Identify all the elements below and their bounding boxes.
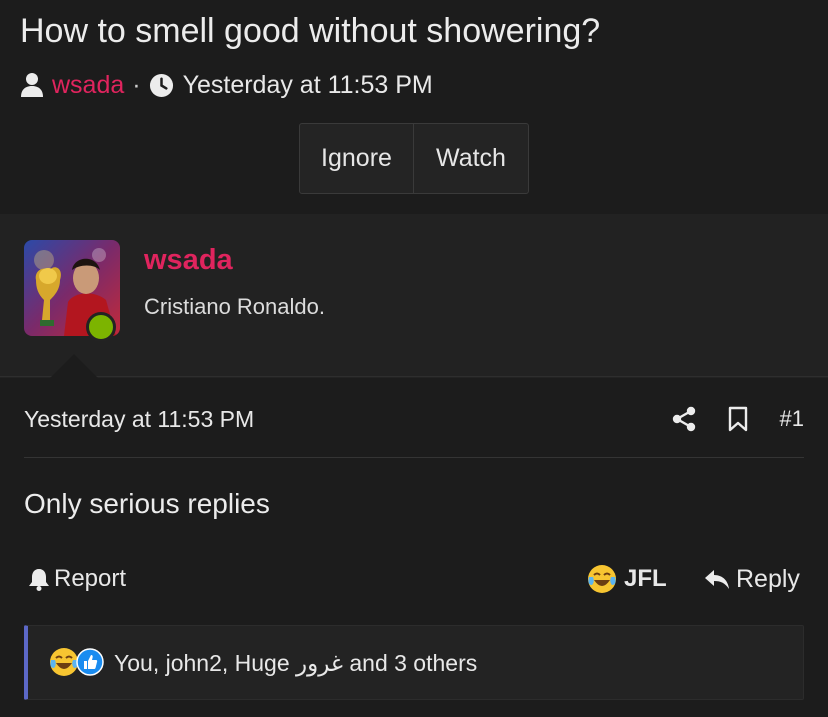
thread-meta: wsada · Yesterday at 11:53 PM: [20, 70, 433, 100]
ignore-button[interactable]: Ignore: [300, 124, 414, 193]
laugh-cry-emoji-icon: [588, 565, 616, 593]
post: wsada Cristiano Ronaldo. Yesterday at 11…: [0, 214, 828, 717]
post-date[interactable]: Yesterday at 11:53 PM: [24, 406, 254, 433]
reactions-bar[interactable]: You, john2, Huge غرور and 3 others: [24, 625, 804, 700]
post-user-panel: wsada Cristiano Ronaldo.: [0, 214, 828, 378]
share-icon[interactable]: [672, 406, 696, 432]
reply-label: Reply: [736, 564, 800, 593]
watch-button[interactable]: Watch: [414, 124, 528, 193]
react-button[interactable]: JFL: [586, 561, 667, 597]
user-icon: [21, 73, 43, 97]
reply-button[interactable]: Reply: [704, 561, 800, 597]
thumbs-up-icon: [76, 648, 104, 676]
thread-button-group: Ignore Watch: [299, 123, 529, 194]
reactions-list[interactable]: You, john2, Huge غرور and 3 others: [114, 650, 477, 677]
post-body: Yesterday at 11:53 PM #1 Only serious re…: [0, 378, 828, 717]
report-label: Report: [54, 565, 127, 592]
online-indicator: [86, 312, 116, 342]
bookmark-icon[interactable]: [726, 406, 750, 432]
react-label: JFL: [624, 565, 667, 592]
divider: [24, 457, 804, 458]
post-footer: Report JFL Reply: [24, 561, 804, 597]
post-actions: #1: [642, 404, 804, 434]
bell-icon: [29, 569, 49, 591]
post-number-link[interactable]: #1: [780, 406, 804, 432]
thread-title: How to smell good without showering?: [20, 12, 601, 50]
report-button[interactable]: Report: [28, 561, 126, 597]
meta-separator: ·: [132, 70, 141, 99]
reply-icon: [705, 570, 729, 589]
user-title: Cristiano Ronaldo.: [144, 294, 325, 319]
user-arrow: [50, 354, 98, 378]
post-message: Only serious replies: [24, 488, 270, 519]
thread-author-link[interactable]: wsada: [52, 71, 124, 100]
thread-header: How to smell good without showering? wsa…: [0, 0, 828, 214]
post-username[interactable]: wsada: [144, 244, 233, 277]
reaction-emojis: [48, 646, 104, 678]
clock-icon: [149, 73, 173, 97]
thread-date-link[interactable]: Yesterday at 11:53 PM: [183, 71, 433, 100]
